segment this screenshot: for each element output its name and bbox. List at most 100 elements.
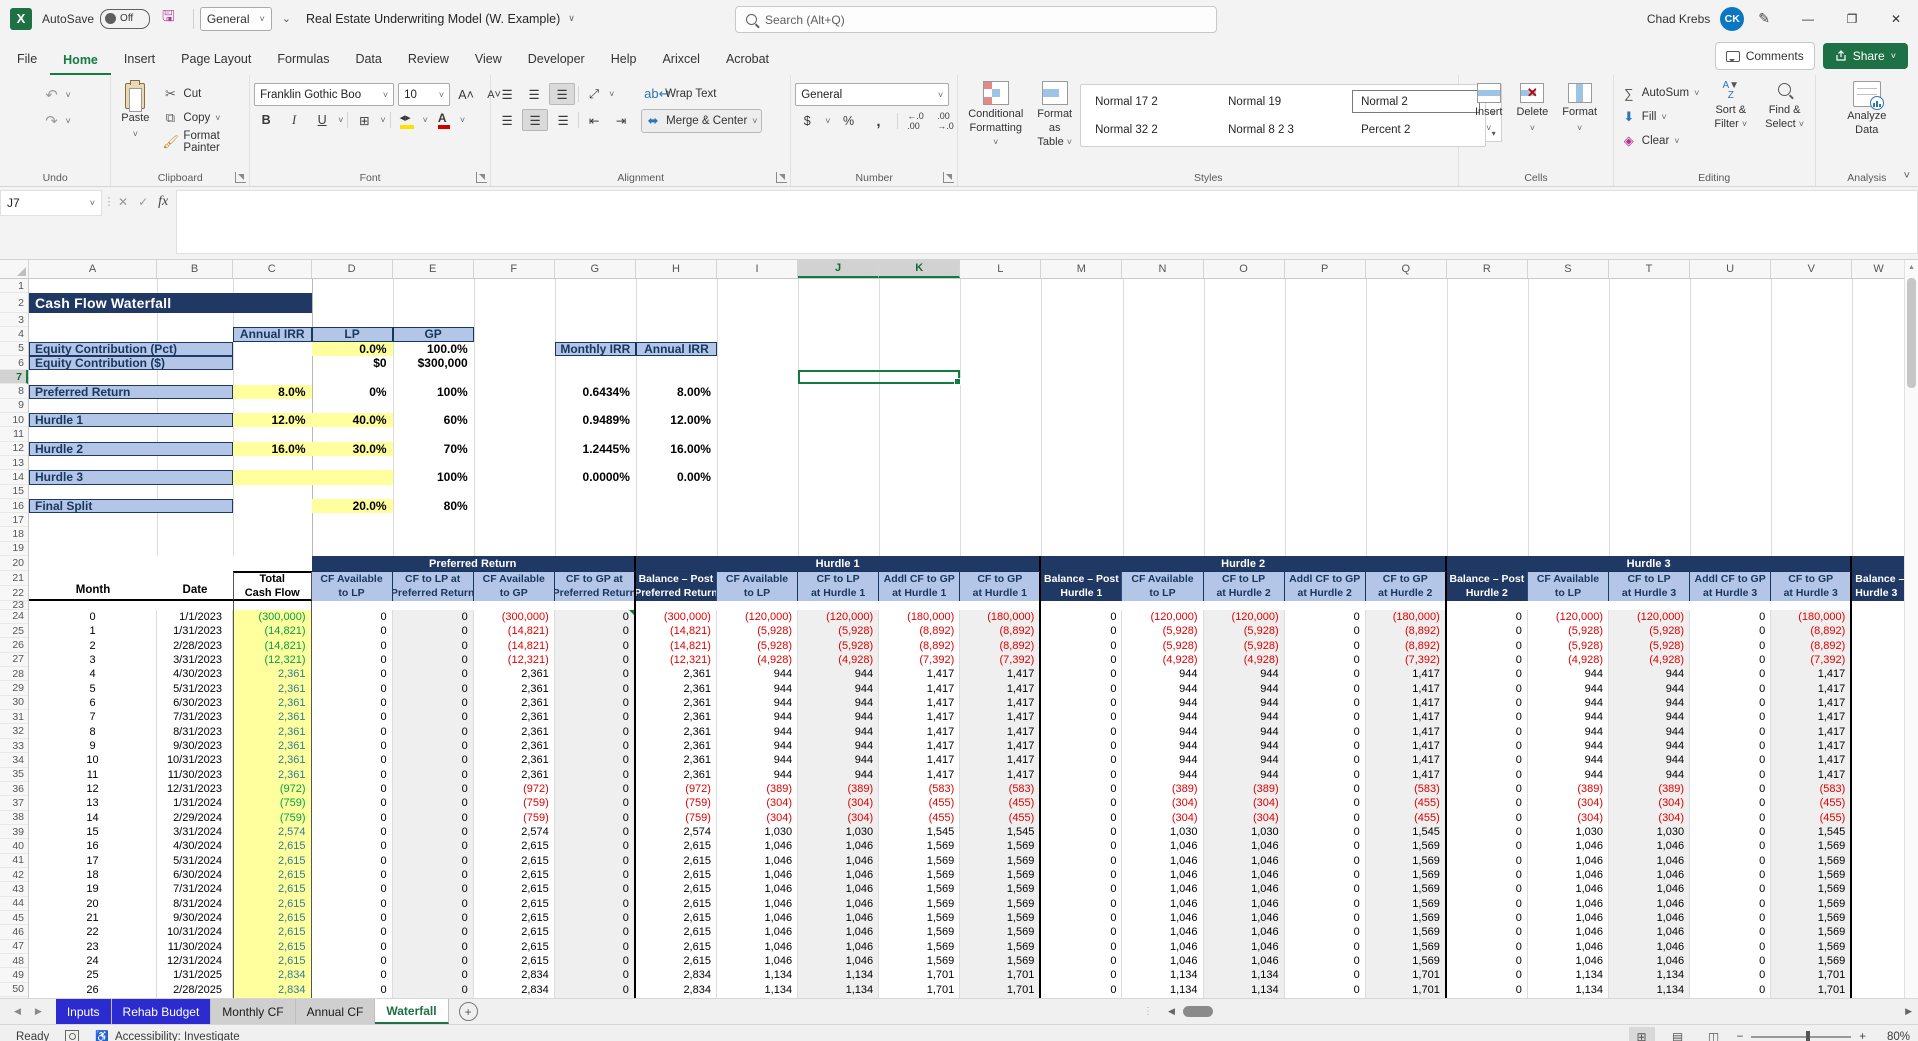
- increase-indent-icon[interactable]: ⇥: [609, 110, 633, 130]
- table-cell[interactable]: 944: [1609, 710, 1691, 725]
- table-cell[interactable]: (5,928): [1609, 624, 1691, 639]
- table-cell[interactable]: 0: [392, 867, 474, 883]
- table-cell[interactable]: 0: [392, 810, 474, 825]
- table-cell[interactable]: 944: [1609, 767, 1691, 782]
- table-cell[interactable]: (389): [798, 781, 880, 797]
- table-cell[interactable]: 0: [1041, 753, 1123, 768]
- table-cell[interactable]: 0: [312, 853, 393, 868]
- align-top-icon[interactable]: ☰: [495, 84, 519, 104]
- vertical-scroll-thumb[interactable]: [1907, 278, 1916, 388]
- row-header-5[interactable]: 5: [0, 342, 28, 356]
- table-cell[interactable]: 1,046: [1122, 939, 1204, 954]
- increase-font-icon[interactable]: A˄: [454, 85, 478, 105]
- row-header-35[interactable]: 35: [0, 768, 28, 782]
- table-cell[interactable]: 1,134: [1609, 968, 1691, 983]
- table-cell[interactable]: 1: [29, 624, 157, 639]
- table-cell[interactable]: 0: [1690, 896, 1772, 911]
- table-cell[interactable]: 0: [1041, 767, 1123, 782]
- param-annual-irr-input[interactable]: [233, 470, 312, 485]
- table-cell[interactable]: 2,574: [636, 824, 717, 840]
- table-cell[interactable]: 0: [1447, 839, 1528, 854]
- ribbon-tab-review[interactable]: Review: [395, 44, 462, 75]
- table-cell[interactable]: 0: [1447, 724, 1528, 739]
- table-cell[interactable]: 0: [1041, 953, 1123, 969]
- table-cell[interactable]: 0: [1285, 910, 1366, 926]
- table-cell[interactable]: 0: [392, 638, 474, 653]
- table-cell[interactable]: 944: [1122, 667, 1204, 682]
- table-cell[interactable]: 944: [1609, 724, 1691, 739]
- table-cell[interactable]: 0: [392, 667, 474, 682]
- table-cell[interactable]: 944: [717, 695, 799, 711]
- table-cell[interactable]: 944: [1609, 681, 1691, 696]
- bold-button[interactable]: B: [254, 110, 278, 130]
- table-cell[interactable]: [1852, 982, 1906, 997]
- normal-view-button[interactable]: ⊞: [1628, 1027, 1655, 1041]
- table-cell[interactable]: (5,928): [1122, 638, 1204, 653]
- table-cell[interactable]: 0: [1285, 753, 1366, 768]
- table-cell[interactable]: 1,417: [960, 667, 1042, 682]
- row-header-11[interactable]: 11: [0, 427, 28, 442]
- table-cell[interactable]: 2,361: [474, 738, 555, 754]
- table-cell[interactable]: 1,046: [1609, 839, 1691, 854]
- table-cell[interactable]: (304): [1528, 810, 1609, 825]
- table-cell[interactable]: 0: [1690, 824, 1772, 840]
- table-cell[interactable]: 12/31/2023: [157, 781, 233, 797]
- table-cell[interactable]: (120,000): [1609, 609, 1691, 625]
- table-cell[interactable]: 1,030: [717, 824, 799, 840]
- insert-function-icon[interactable]: fx: [158, 194, 168, 210]
- table-cell[interactable]: 0: [1285, 609, 1366, 625]
- table-cell[interactable]: (180,000): [1771, 609, 1853, 625]
- table-cell[interactable]: 0: [1447, 953, 1528, 969]
- qat-number-format-select[interactable]: General ˅: [199, 6, 272, 31]
- table-cell[interactable]: 0: [1041, 896, 1123, 911]
- table-cell[interactable]: 1,030: [1122, 824, 1204, 840]
- table-cell[interactable]: (12,321): [474, 652, 555, 668]
- format-painter-button[interactable]: 🖌 Format Painter: [159, 130, 245, 154]
- table-cell[interactable]: 1,569: [960, 896, 1042, 911]
- table-cell[interactable]: 22: [29, 925, 157, 940]
- table-cell[interactable]: 0: [1285, 810, 1366, 825]
- table-cell[interactable]: 10/31/2023: [157, 753, 233, 768]
- table-cell[interactable]: 1,046: [1203, 882, 1285, 897]
- table-cell[interactable]: 944: [1203, 695, 1285, 711]
- table-cell[interactable]: 0: [1041, 867, 1123, 883]
- table-cell[interactable]: 944: [798, 738, 880, 754]
- table-cell[interactable]: 2,615: [474, 867, 555, 883]
- table-cell[interactable]: 2,361: [636, 681, 717, 696]
- table-cell[interactable]: (972): [474, 781, 555, 797]
- sheet-tab-inputs[interactable]: Inputs: [55, 999, 112, 1024]
- table-cell[interactable]: 1/1/2023: [157, 609, 233, 625]
- table-cell[interactable]: 1,417: [879, 753, 961, 768]
- row-header-42[interactable]: 42: [0, 868, 28, 883]
- table-cell[interactable]: 2,361: [474, 681, 555, 696]
- table-cell[interactable]: 7: [29, 710, 157, 725]
- table-cell[interactable]: 944: [1122, 753, 1204, 768]
- row-header-48[interactable]: 48: [0, 954, 28, 969]
- table-cell[interactable]: 1,046: [1122, 896, 1204, 911]
- table-cell[interactable]: 2,615: [233, 953, 312, 969]
- table-cell[interactable]: 0: [1690, 839, 1772, 854]
- table-cell[interactable]: 1,569: [960, 925, 1042, 940]
- table-cell[interactable]: 1,569: [1365, 867, 1447, 883]
- table-cell[interactable]: 1,046: [1122, 953, 1204, 969]
- table-cell[interactable]: 6/30/2023: [157, 695, 233, 711]
- table-cell[interactable]: 944: [1609, 667, 1691, 682]
- table-cell[interactable]: 0: [392, 781, 474, 797]
- table-cell[interactable]: 1,569: [1771, 882, 1853, 897]
- table-cell[interactable]: 944: [1122, 710, 1204, 725]
- table-cell[interactable]: (304): [717, 796, 799, 811]
- wrap-text-button[interactable]: ab↩ Wrap Text: [641, 83, 761, 105]
- table-cell[interactable]: 1,569: [960, 867, 1042, 883]
- table-cell[interactable]: 1,569: [879, 896, 961, 911]
- param-annual-irr-input[interactable]: 12.0%: [233, 413, 312, 428]
- table-cell[interactable]: 0: [554, 853, 636, 868]
- column-header-N[interactable]: N: [1122, 260, 1204, 278]
- row-header-20[interactable]: 20: [0, 556, 28, 572]
- table-cell[interactable]: (8,892): [1365, 624, 1447, 639]
- table-cell[interactable]: 3/31/2024: [157, 824, 233, 840]
- sheet-tab-rehab-budget[interactable]: Rehab Budget: [111, 999, 212, 1024]
- table-cell[interactable]: 1,417: [1365, 681, 1447, 696]
- table-cell[interactable]: [1852, 753, 1906, 768]
- row-header-3[interactable]: 3: [0, 313, 28, 328]
- table-cell[interactable]: 0: [312, 609, 393, 625]
